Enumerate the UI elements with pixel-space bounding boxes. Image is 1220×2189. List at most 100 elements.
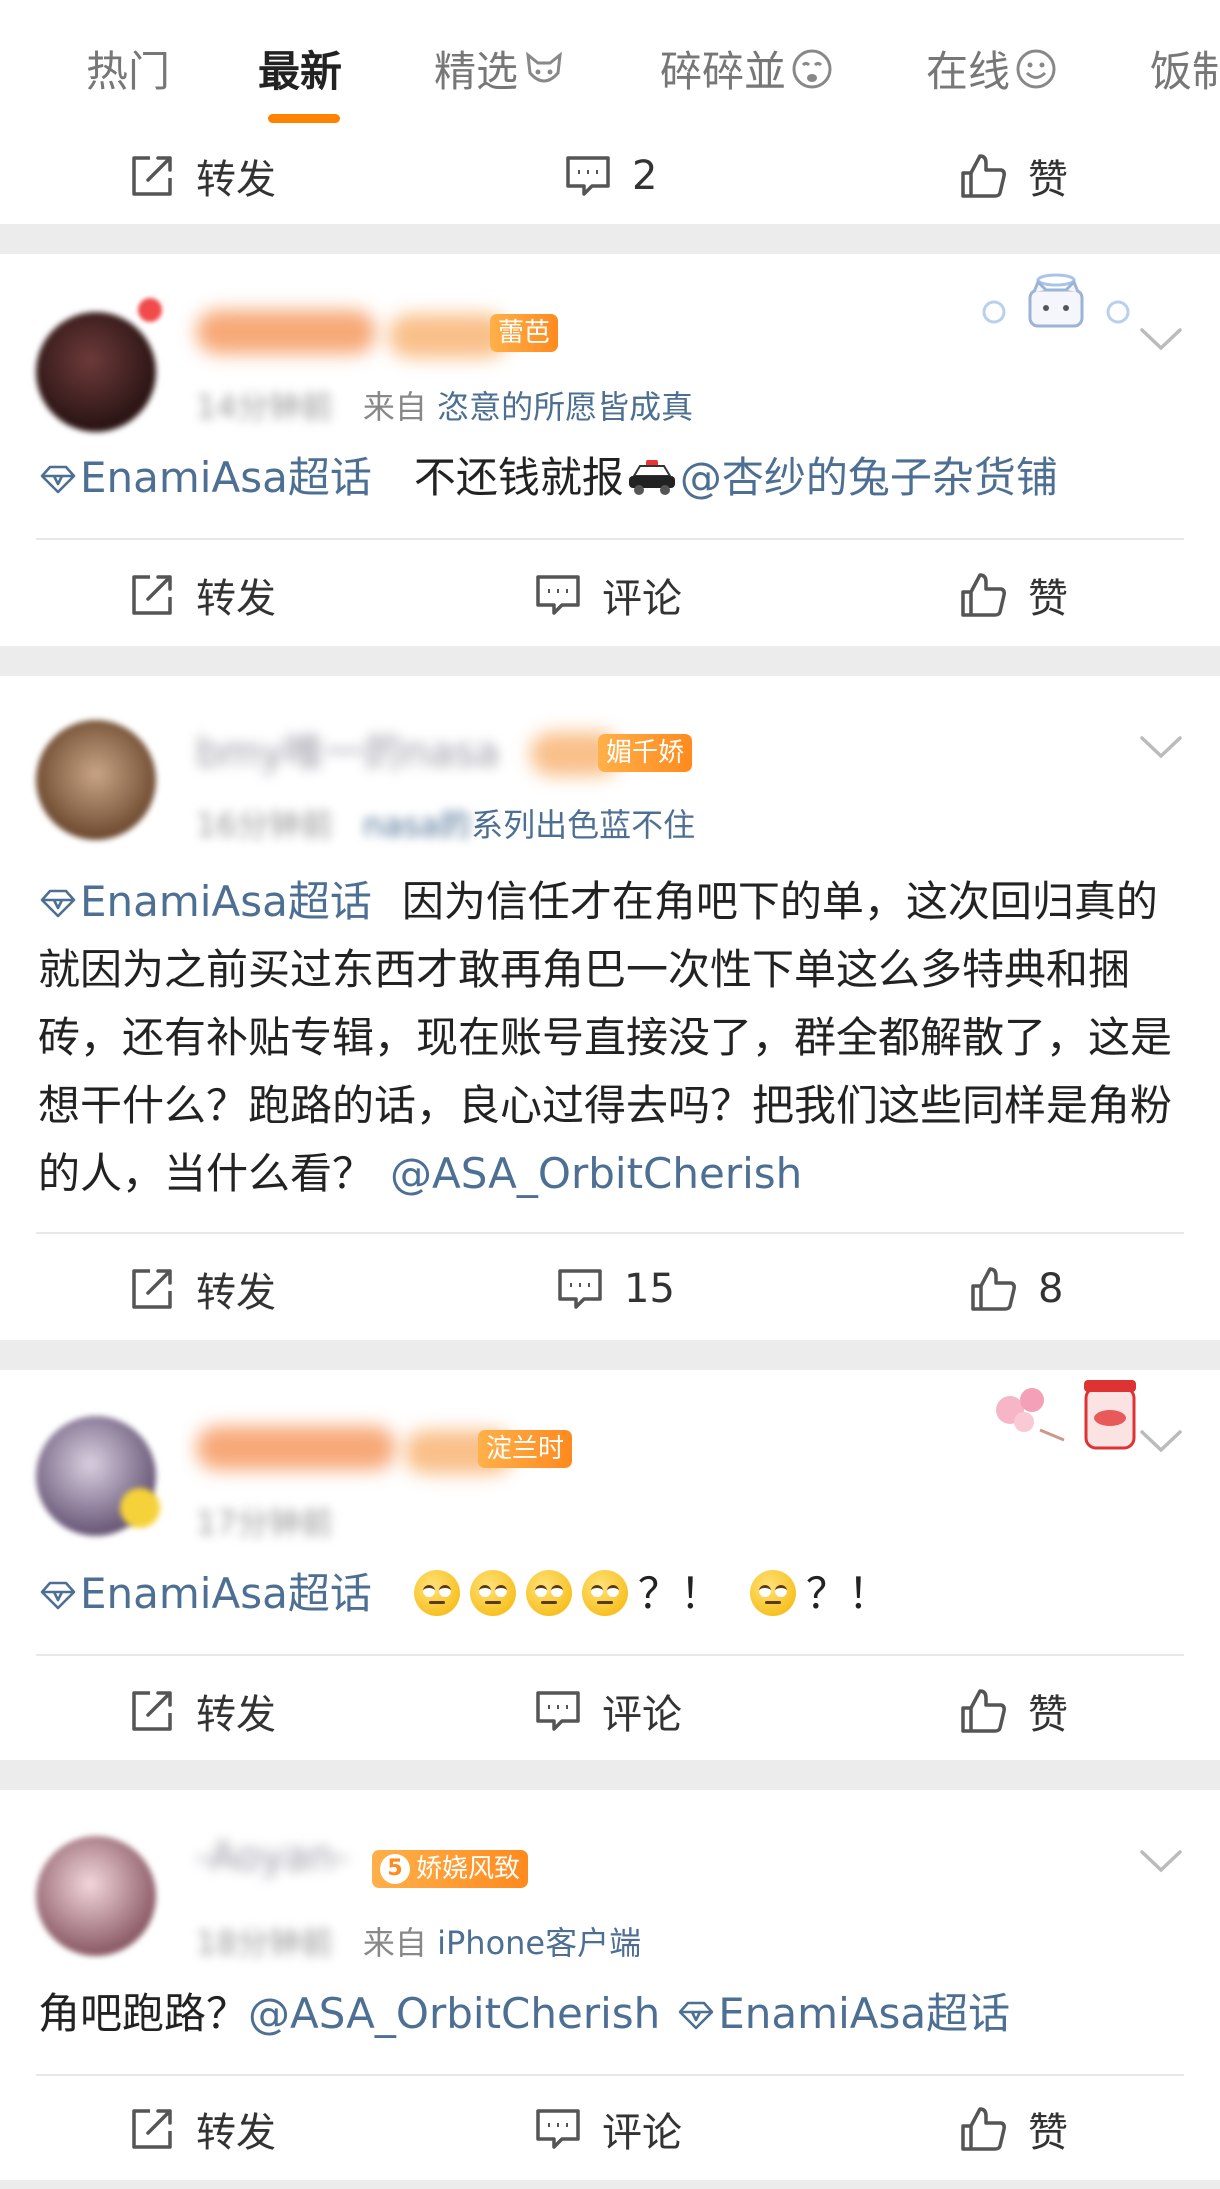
post-meta: 16分钟前 nasa的系列出色蓝不住 bbox=[196, 806, 696, 844]
thumbs-up-icon bbox=[961, 573, 1006, 617]
post-content: 角吧跑路？@ASA_OrbitCherish EnamiAsa超话 bbox=[38, 1989, 1011, 2038]
thumbs-up-icon bbox=[961, 2107, 1006, 2151]
divider bbox=[36, 1232, 1184, 1234]
repost-button[interactable]: 转发 bbox=[128, 1666, 276, 1756]
crying-emoji-icon bbox=[792, 49, 832, 88]
divider bbox=[36, 1654, 1184, 1656]
avatar[interactable] bbox=[36, 720, 156, 840]
topic-link[interactable]: EnamiAsa超话 bbox=[38, 453, 372, 502]
fan-badge[interactable]: 淀兰时 bbox=[478, 1430, 573, 1468]
tab-featured[interactable]: 精选 bbox=[434, 38, 566, 99]
like-button[interactable]: 赞 bbox=[958, 128, 1068, 224]
post-source[interactable]: 恣意的所愿皆成真 bbox=[437, 388, 693, 426]
diamond-topic-icon bbox=[40, 1581, 76, 1610]
repost-button[interactable]: 转发 bbox=[128, 128, 276, 224]
post-time: 16分钟前 bbox=[196, 806, 333, 844]
like-button[interactable]: 赞 bbox=[958, 1666, 1068, 1756]
like-button[interactable]: 赞 bbox=[958, 550, 1068, 640]
post-content: EnamiAsa超话 因为信任才在角吧下的单，这次回归真的就因为之前买过东西才敢再… bbox=[38, 877, 1173, 1198]
username-blurred[interactable]: -Aoyan- bbox=[196, 1834, 349, 1880]
feed-post[interactable]: -Aoyan- 5 娇娆风致 18分钟前 来自 iPhone客户端 角吧跑路？@A… bbox=[0, 1790, 1220, 2180]
username-blurred[interactable] bbox=[196, 1426, 396, 1470]
thumbs-up-icon bbox=[961, 154, 1006, 198]
post-content: EnamiAsa超话 不还钱就报 @杏纱的兔子杂货铺 bbox=[38, 444, 1184, 512]
cat-angel-decoration-icon bbox=[982, 273, 1130, 328]
eye-roll-emoji-icon bbox=[413, 1570, 460, 1616]
eye-roll-emoji-icon bbox=[469, 1570, 516, 1616]
chevron-down-icon[interactable] bbox=[1138, 1846, 1184, 1876]
post-source[interactable]: iPhone客户端 bbox=[437, 1924, 641, 1962]
fan-badge[interactable]: 蕾芭 bbox=[490, 314, 559, 352]
eye-roll-emoji-icon bbox=[525, 1570, 572, 1616]
post-source[interactable]: 系列出色蓝不住 bbox=[471, 806, 695, 844]
repost-icon bbox=[132, 156, 172, 196]
chevron-down-icon[interactable] bbox=[1138, 732, 1184, 762]
thumbs-up-icon bbox=[961, 1689, 1006, 1733]
smile-emoji-icon bbox=[1016, 49, 1056, 88]
fan-badge[interactable]: 媚千娇 bbox=[598, 734, 693, 772]
comment-button[interactable]: 2 bbox=[564, 128, 657, 224]
topic-link[interactable]: EnamiAsa超话 bbox=[38, 877, 372, 926]
feed-post[interactable]: bmy唯一的nasa 媚千娇 16分钟前 nasa的系列出色蓝不住 EnamiA… bbox=[0, 676, 1220, 1340]
eye-roll-emoji-icon bbox=[749, 1570, 796, 1616]
post-time: 14分钟前 bbox=[196, 388, 333, 426]
flower-jar-decoration-icon bbox=[996, 1380, 1136, 1450]
avatar[interactable] bbox=[36, 312, 156, 432]
mention-link[interactable]: @杏纱的兔子杂货铺 bbox=[680, 453, 1058, 502]
fan-badge[interactable]: 5 娇娆风致 bbox=[372, 1850, 529, 1888]
divider bbox=[36, 538, 1184, 540]
channel-tab-bar: 热门 最新 精选 碎碎並 在线 饭制 bbox=[0, 0, 1220, 138]
repost-icon bbox=[132, 1269, 172, 1309]
chevron-down-icon[interactable] bbox=[1138, 324, 1184, 354]
post-meta: 18分钟前 来自 iPhone客户端 bbox=[196, 1924, 642, 1962]
comment-icon bbox=[566, 156, 610, 196]
tab-hot[interactable]: 热门 bbox=[86, 38, 170, 99]
like-button[interactable]: 8 bbox=[968, 1244, 1063, 1334]
feed-post[interactable]: 蕾芭 14分钟前 来自 恣意的所愿皆成真 EnamiAsa超话 不还钱就报 @杏纱的… bbox=[0, 254, 1220, 646]
post-content: EnamiAsa超话？！？！ bbox=[38, 1560, 1184, 1628]
comment-button[interactable]: 15 bbox=[556, 1244, 675, 1334]
tab-online[interactable]: 在线 bbox=[926, 38, 1058, 99]
thumbs-up-icon bbox=[971, 1267, 1016, 1311]
mention-link[interactable]: @ASA_OrbitCherish bbox=[390, 1149, 802, 1198]
divider bbox=[36, 2074, 1184, 2076]
comment-icon bbox=[558, 1269, 602, 1309]
repost-icon bbox=[132, 1691, 172, 1731]
tab-chitchat[interactable]: 碎碎並 bbox=[660, 38, 834, 99]
repost-button[interactable]: 转发 bbox=[128, 1244, 276, 1334]
diamond-topic-icon bbox=[40, 889, 76, 918]
topic-link[interactable]: EnamiAsa超话 bbox=[38, 1569, 372, 1618]
tab-fanmade[interactable]: 饭制 bbox=[1150, 38, 1220, 99]
comment-button[interactable]: 评论 bbox=[534, 1666, 682, 1756]
comment-button[interactable]: 评论 bbox=[534, 2084, 682, 2174]
topic-link[interactable]: EnamiAsa超话 bbox=[676, 1989, 1010, 2038]
mention-link[interactable]: @ASA_OrbitCherish bbox=[248, 1989, 660, 2038]
avatar[interactable] bbox=[36, 1836, 156, 1956]
repost-button[interactable]: 转发 bbox=[128, 2084, 276, 2174]
diamond-topic-icon bbox=[678, 2001, 714, 2030]
repost-button[interactable]: 转发 bbox=[128, 550, 276, 640]
post-meta: 17分钟前 bbox=[196, 1498, 333, 1544]
comment-icon bbox=[536, 575, 580, 615]
username-blurred[interactable] bbox=[196, 310, 376, 354]
tab-latest[interactable]: 最新 bbox=[258, 38, 342, 99]
notification-dot bbox=[138, 298, 162, 322]
police-car-emoji-icon bbox=[628, 460, 675, 495]
fox-emoji-icon bbox=[526, 51, 562, 82]
active-tab-indicator bbox=[268, 114, 340, 123]
post-time: 18分钟前 bbox=[196, 1924, 333, 1962]
chevron-down-icon[interactable] bbox=[1138, 1426, 1184, 1456]
feed-post[interactable]: 淀兰时 17分钟前 EnamiAsa超话？！？！ 转发 评论 赞 bbox=[0, 1370, 1220, 1760]
comment-icon bbox=[536, 1691, 580, 1731]
like-button[interactable]: 赞 bbox=[958, 2084, 1068, 2174]
repost-icon bbox=[132, 575, 172, 615]
diamond-topic-icon bbox=[40, 465, 76, 494]
comment-icon bbox=[536, 2109, 580, 2149]
previous-post-action-bar: 转发 2 赞 bbox=[0, 128, 1220, 224]
username-blurred[interactable]: bmy唯一的nasa bbox=[196, 720, 499, 778]
repost-icon bbox=[132, 2109, 172, 2149]
comment-button[interactable]: 评论 bbox=[534, 550, 682, 640]
avatar-badge bbox=[120, 1488, 160, 1528]
eye-roll-emoji-icon bbox=[581, 1570, 628, 1616]
post-time: 17分钟前 bbox=[196, 1504, 333, 1542]
